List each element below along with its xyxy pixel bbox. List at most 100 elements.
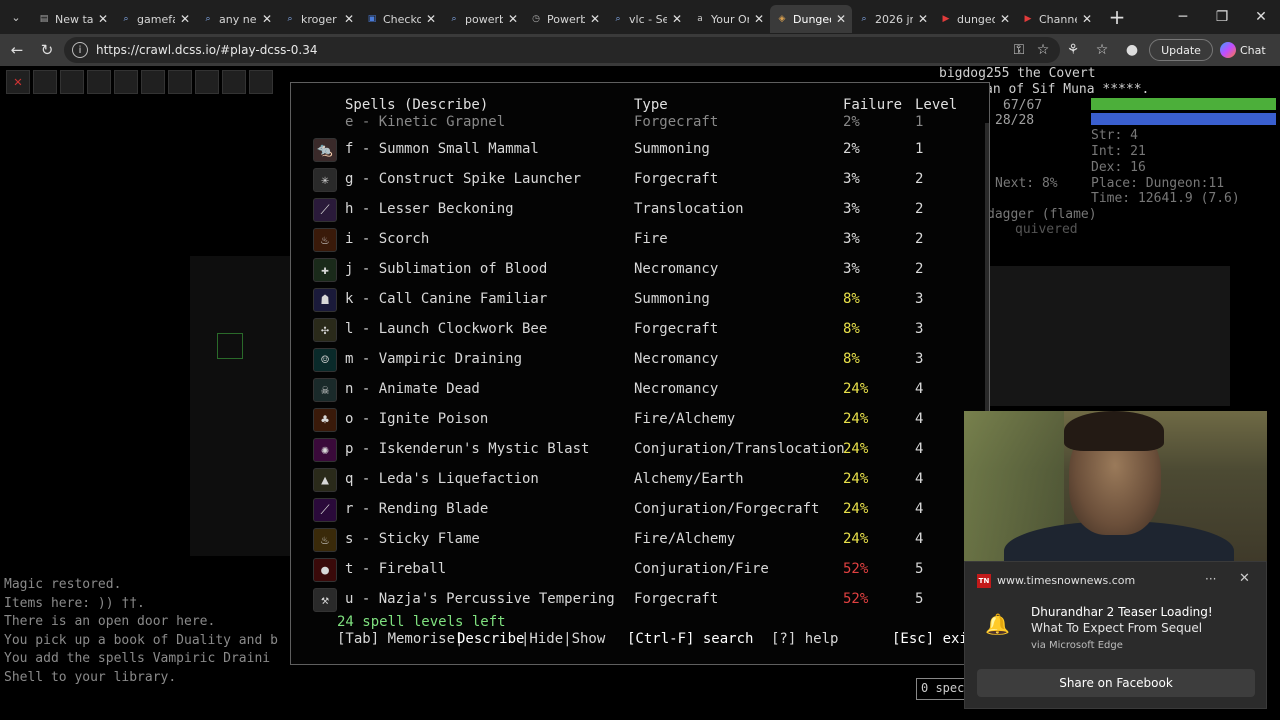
tab-2[interactable]: ⌕ any new ✕ — [196, 5, 278, 33]
tab-8[interactable]: a Your Or ✕ — [688, 5, 770, 33]
memorise-mode[interactable]: [Tab] Memorise| — [337, 631, 463, 647]
spell-row[interactable]: 🐀 f - Summon Small Mammal Summoning 2% 1 — [291, 135, 989, 165]
tab-0[interactable]: ▤ New tab ✕ — [32, 5, 114, 33]
spell-failure: 3% — [843, 231, 860, 247]
spell-row[interactable]: ♨ i - Scorch Fire 3% 2 — [291, 225, 989, 255]
tab-12[interactable]: ▶ Channe ✕ — [1016, 5, 1098, 33]
command-slot[interactable] — [222, 70, 246, 94]
spell-row[interactable]: ⟋ r - Rending Blade Conjuration/Forgecraft… — [291, 495, 989, 525]
spell-row[interactable]: ⚒ u - Nazja's Percussive Tempering Forgecr… — [291, 585, 989, 615]
share-on-facebook-button[interactable]: Share on Facebook — [977, 669, 1255, 697]
tab-close-icon[interactable]: ✕ — [918, 12, 928, 26]
tab-close-icon[interactable]: ✕ — [508, 12, 518, 26]
notification-image[interactable] — [964, 411, 1267, 561]
tab-close-icon[interactable]: ✕ — [98, 12, 108, 26]
spell-name: u - Nazja's Percussive Tempering — [345, 591, 615, 607]
spell-icon: ● — [313, 558, 337, 582]
tab-close-icon[interactable]: ✕ — [1000, 12, 1010, 26]
tab-close-icon[interactable]: ✕ — [754, 12, 764, 26]
close-command-icon[interactable]: ✕ — [6, 70, 30, 94]
spell-icon: ☠ — [313, 378, 337, 402]
tab-close-icon[interactable]: ✕ — [180, 12, 190, 26]
tab-4[interactable]: ▣ Checko ✕ — [360, 5, 442, 33]
spell-row[interactable]: ✚ j - Sublimation of Blood Necromancy 3% 2 — [291, 255, 989, 285]
minimize-icon[interactable]: ─ — [1164, 0, 1202, 34]
tab-close-icon[interactable]: ✕ — [426, 12, 436, 26]
site-info-icon[interactable]: i — [72, 42, 88, 58]
command-slot[interactable] — [33, 70, 57, 94]
more-options-icon[interactable]: ··· — [1205, 572, 1216, 586]
tab-actions-chevron-icon[interactable]: ⌄ — [0, 0, 32, 34]
spell-row[interactable]: ✣ l - Launch Clockwork Bee Forgecraft 8% 3 — [291, 315, 989, 345]
tab-close-icon[interactable]: ✕ — [1082, 12, 1092, 26]
spell-icon: ✳ — [313, 168, 337, 192]
favorites-icon[interactable]: ☆ — [1090, 38, 1114, 62]
tab-close-icon[interactable]: ✕ — [836, 12, 846, 26]
tab-label: powerb — [465, 12, 503, 26]
spell-level: 3 — [915, 321, 924, 337]
spell-row[interactable]: ☺ m - Vampiric Draining Necromancy 8% 3 — [291, 345, 989, 375]
tab-9[interactable]: ◈ Dungeo ✕ — [770, 5, 852, 33]
command-slot[interactable] — [249, 70, 273, 94]
maximize-icon[interactable]: ❐ — [1203, 0, 1241, 34]
favorite-star-icon[interactable]: ☆ — [1031, 38, 1055, 62]
key-icon[interactable]: ⚿ — [1007, 38, 1031, 62]
spell-icon: ☗ — [313, 288, 337, 312]
extensions-icon[interactable]: ⚘ — [1061, 38, 1085, 62]
update-button[interactable]: Update — [1149, 39, 1213, 61]
tab-6[interactable]: ◷ Powerb ✕ — [524, 5, 606, 33]
refresh-icon[interactable]: ↻ — [32, 35, 62, 65]
header-spells: Spells (Describe) — [345, 97, 489, 113]
command-slot[interactable] — [114, 70, 138, 94]
spell-level: 4 — [915, 411, 924, 427]
copilot-chat-button[interactable]: Chat — [1220, 39, 1266, 61]
spell-row[interactable]: ♣ o - Ignite Poison Fire/Alchemy 24% 4 — [291, 405, 989, 435]
command-slot[interactable] — [195, 70, 219, 94]
minimap[interactable] — [990, 266, 1230, 406]
tab-5[interactable]: ⌕ powerb ✕ — [442, 5, 524, 33]
youtube-icon: ▶ — [942, 14, 950, 24]
search-command[interactable]: [Ctrl-F] search — [627, 631, 753, 647]
spell-row[interactable]: ✳ g - Construct Spike Launcher Forgecraft 3… — [291, 165, 989, 195]
command-slot[interactable] — [87, 70, 111, 94]
address-bar[interactable]: i https://crawl.dcss.io/#play-dcss-0.34 — [64, 37, 1060, 63]
spell-row[interactable]: e - Kinetic Grapnel Forgecraft 2% 1 — [291, 114, 989, 135]
spell-row[interactable]: ☗ k - Call Canine Familiar Summoning 8% 3 — [291, 285, 989, 315]
tab-close-icon[interactable]: ✕ — [672, 12, 682, 26]
push-notification[interactable]: TN www.timesnownews.com ··· ✕ 🔔 Dhurandh… — [964, 561, 1267, 709]
tab-11[interactable]: ▶ dungeo ✕ — [934, 5, 1016, 33]
help-command[interactable]: [?] help — [771, 631, 838, 647]
spell-failure: 24% — [843, 381, 869, 397]
tab-1[interactable]: ⌕ gamefa ✕ — [114, 5, 196, 33]
spell-row[interactable]: ● t - Fireball Conjuration/Fire 52% 5 — [291, 555, 989, 585]
command-slot[interactable] — [60, 70, 84, 94]
tab-close-icon[interactable]: ✕ — [262, 12, 272, 26]
search-icon: ⌕ — [287, 14, 293, 24]
spell-row[interactable]: ♨ s - Sticky Flame Fire/Alchemy 24% 4 — [291, 525, 989, 555]
spell-row[interactable]: ☠ n - Animate Dead Necromancy 24% 4 — [291, 375, 989, 405]
hide-show-mode[interactable]: |Hide|Show — [521, 631, 605, 647]
spell-row[interactable]: ▲ q - Leda's Liquefaction Alchemy/Earth 24%… — [291, 465, 989, 495]
profile-avatar-icon[interactable]: ● — [1120, 38, 1144, 62]
spectator-count[interactable]: 0 spect — [916, 678, 966, 700]
notification-close-icon[interactable]: ✕ — [1239, 571, 1250, 586]
window-close-icon[interactable]: ✕ — [1242, 0, 1280, 34]
spell-type: Alchemy/Earth — [634, 471, 744, 487]
describe-mode[interactable]: Describe — [457, 631, 524, 647]
spell-row[interactable]: ⟋ h - Lesser Beckoning Translocation 3% 2 — [291, 195, 989, 225]
spell-row[interactable]: ✺ p - Iskenderun's Mystic Blast Conjuratio… — [291, 435, 989, 465]
tab-close-icon[interactable]: ✕ — [344, 12, 354, 26]
command-slot[interactable] — [168, 70, 192, 94]
spell-name: t - Fireball — [345, 561, 447, 577]
back-arrow-icon[interactable]: ← — [2, 35, 32, 65]
command-slot[interactable] — [141, 70, 165, 94]
tab-10[interactable]: ⌕ 2026 jrp ✕ — [852, 5, 934, 33]
spell-levels-left: 24 spell levels left — [337, 614, 506, 630]
message-line: Items here: )) ††. — [4, 595, 145, 611]
exit-command[interactable]: [Esc] exi — [892, 631, 968, 647]
new-tab-button[interactable]: + — [1102, 2, 1132, 32]
tab-close-icon[interactable]: ✕ — [590, 12, 600, 26]
god-title: an of Sif Muna *****. — [985, 82, 1150, 97]
tab-7[interactable]: ⌕ vlc - Se ✕ — [606, 5, 688, 33]
tab-3[interactable]: ⌕ kroger ✕ — [278, 5, 360, 33]
